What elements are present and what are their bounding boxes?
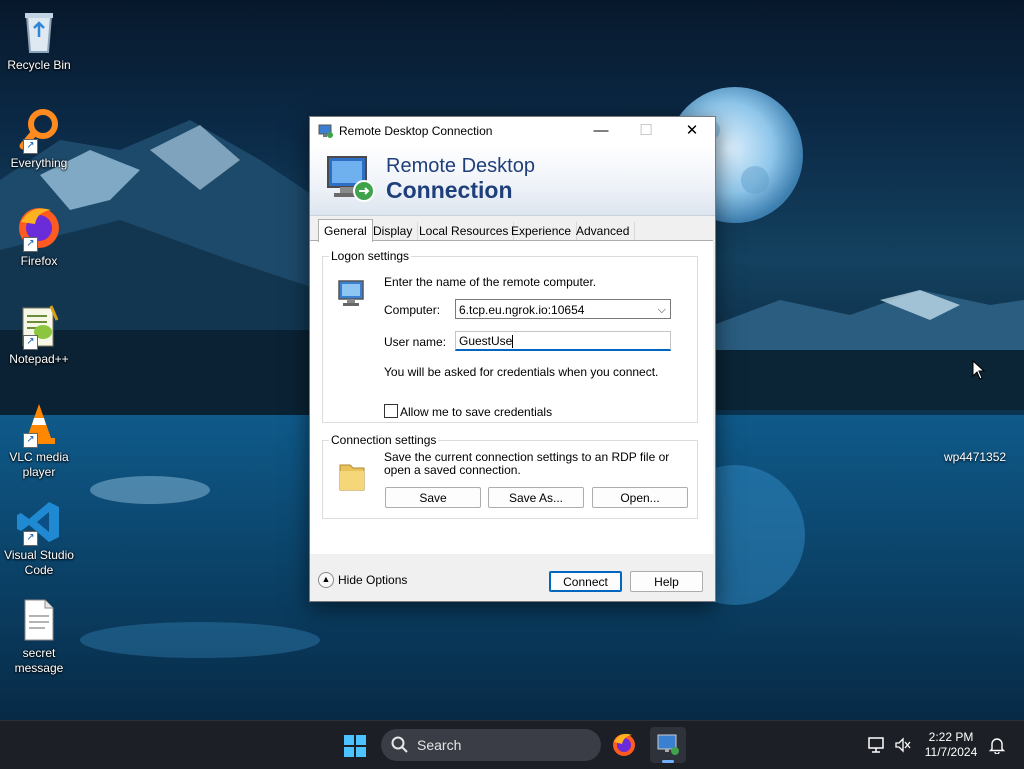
tab-strip: General Display Local Resources Experien… xyxy=(310,219,715,242)
computer-label: Computer: xyxy=(384,303,441,317)
text-caret xyxy=(512,335,514,349)
tab-experience[interactable]: Experience xyxy=(506,222,578,241)
taskbar-search[interactable]: Search xyxy=(381,729,601,761)
window-titlebar[interactable]: Remote Desktop Connection — ☐ ✕ xyxy=(310,117,715,145)
tab-general[interactable]: General xyxy=(318,219,373,242)
computer-combobox[interactable]: 6.tcp.eu.ngrok.io:10654 ⌵ xyxy=(455,299,671,319)
folder-icon xyxy=(339,464,365,491)
desktop-icon-recycle-bin[interactable]: Recycle Bin xyxy=(4,8,74,73)
firefox-icon: ↗ xyxy=(15,204,63,252)
chevron-down-icon[interactable]: ⌵ xyxy=(658,300,666,320)
desktop-icon-notepad-plus-plus[interactable]: ↗ Notepad++ xyxy=(4,302,74,367)
connection-settings-legend: Connection settings xyxy=(331,433,437,447)
desktop-icon-vscode[interactable]: ↗ Visual Studio Code xyxy=(4,498,74,578)
taskbar: Search 2:22 PM 11/7/2024 xyxy=(0,720,1024,769)
hide-options-toggle[interactable]: ▲ Hide Options xyxy=(318,572,407,592)
tab-local-resources[interactable]: Local Resources xyxy=(414,222,515,241)
connection-settings-group: Connection settings Save the current con… xyxy=(322,433,698,519)
credentials-note: You will be asked for credentials when y… xyxy=(384,365,659,379)
firefox-icon xyxy=(613,733,635,756)
desktop-icon-firefox[interactable]: ↗ Firefox xyxy=(4,204,74,269)
close-button[interactable]: ✕ xyxy=(669,117,715,145)
rdp-monitor-icon xyxy=(327,156,375,202)
mouse-cursor-icon xyxy=(972,360,986,380)
remote-desktop-window: Remote Desktop Connection — ☐ ✕ Remote D… xyxy=(309,116,716,602)
username-label: User name: xyxy=(384,335,447,349)
desktop-icon-label: VLC media player xyxy=(9,450,69,479)
logon-settings-group: Logon settings Enter the name of the rem… xyxy=(322,249,698,423)
help-button[interactable]: Help xyxy=(630,571,703,592)
save-as-button[interactable]: Save As... xyxy=(488,487,584,508)
rdp-app-icon xyxy=(318,124,333,138)
tab-advanced[interactable]: Advanced xyxy=(571,222,636,241)
system-clock[interactable]: 2:22 PM 11/7/2024 xyxy=(918,730,984,760)
desktop-icon-label: secret message xyxy=(14,646,64,675)
clock-time: 2:22 PM xyxy=(928,730,974,744)
save-credentials-label[interactable]: Allow me to save credentials xyxy=(400,405,552,419)
close-icon: ✕ xyxy=(685,122,699,139)
desktop-icon-vlc[interactable]: ↗ VLC media player xyxy=(4,400,74,480)
vscode-icon: ↗ xyxy=(15,498,63,546)
banner-title-line2: Connection xyxy=(386,177,513,203)
general-tab-panel: Logon settings Enter the name of the rem… xyxy=(310,240,713,554)
desktop-icon-label: Visual Studio Code xyxy=(4,548,74,577)
logon-instruction: Enter the name of the remote computer. xyxy=(384,275,597,289)
window-title: Remote Desktop Connection xyxy=(339,124,493,138)
connection-description: Save the current connection settings to … xyxy=(384,450,670,477)
computer-value: 6.tcp.eu.ngrok.io:10654 xyxy=(459,303,585,317)
desktop-icon-label: Recycle Bin xyxy=(7,58,71,72)
desktop-icon-label: Firefox xyxy=(20,254,58,268)
everything-search-icon: ↗ xyxy=(15,106,63,154)
shortcut-arrow-icon: ↗ xyxy=(23,335,38,350)
search-icon xyxy=(391,736,408,753)
wallpaper-label: wp4471352 xyxy=(944,450,1007,464)
volume-muted-icon[interactable] xyxy=(894,736,912,754)
maximize-button[interactable]: ☐ xyxy=(623,117,669,145)
logon-settings-legend: Logon settings xyxy=(331,249,410,263)
rdp-banner: Remote Desktop Connection xyxy=(310,145,715,216)
desktop-icon-everything[interactable]: ↗ Everything xyxy=(4,106,74,171)
minimize-icon: — xyxy=(593,122,609,139)
open-button[interactable]: Open... xyxy=(592,487,688,508)
windows-start-icon[interactable] xyxy=(344,735,366,757)
shortcut-arrow-icon: ↗ xyxy=(23,237,38,252)
active-app-indicator xyxy=(662,760,674,763)
network-icon[interactable] xyxy=(868,736,886,754)
search-label: Search xyxy=(417,737,462,753)
minimize-button[interactable]: — xyxy=(578,117,624,145)
shortcut-arrow-icon: ↗ xyxy=(23,531,38,546)
clock-date: 11/7/2024 xyxy=(924,745,978,759)
notepad-plus-plus-icon: ↗ xyxy=(15,302,63,350)
banner-title-line1: Remote Desktop xyxy=(386,155,535,177)
hide-options-label: Hide Options xyxy=(338,573,408,587)
desktop-icon-secret-message[interactable]: secret message xyxy=(4,596,74,676)
notification-bell-icon[interactable] xyxy=(988,736,1006,754)
text-document-icon xyxy=(15,596,63,644)
maximize-icon: ☐ xyxy=(639,122,653,139)
taskbar-remote-desktop[interactable] xyxy=(650,727,686,763)
computer-icon xyxy=(338,280,364,306)
shortcut-arrow-icon: ↗ xyxy=(23,433,38,448)
shortcut-arrow-icon: ↗ xyxy=(23,139,38,154)
recycle-bin-icon xyxy=(15,8,63,56)
vlc-cone-icon: ↗ xyxy=(15,400,63,448)
chevron-up-icon: ▲ xyxy=(318,572,334,588)
save-button[interactable]: Save xyxy=(385,487,481,508)
username-value: GuestUse xyxy=(459,334,513,348)
rdp-app-icon xyxy=(657,734,679,755)
desktop-icon-label: Notepad++ xyxy=(9,352,69,366)
tab-display[interactable]: Display xyxy=(368,222,419,241)
desktop-icon-label: Everything xyxy=(10,156,68,170)
username-input[interactable]: GuestUse xyxy=(455,331,671,351)
taskbar-firefox[interactable] xyxy=(606,727,642,763)
connect-button[interactable]: Connect xyxy=(549,571,622,592)
save-credentials-checkbox[interactable] xyxy=(384,404,398,418)
